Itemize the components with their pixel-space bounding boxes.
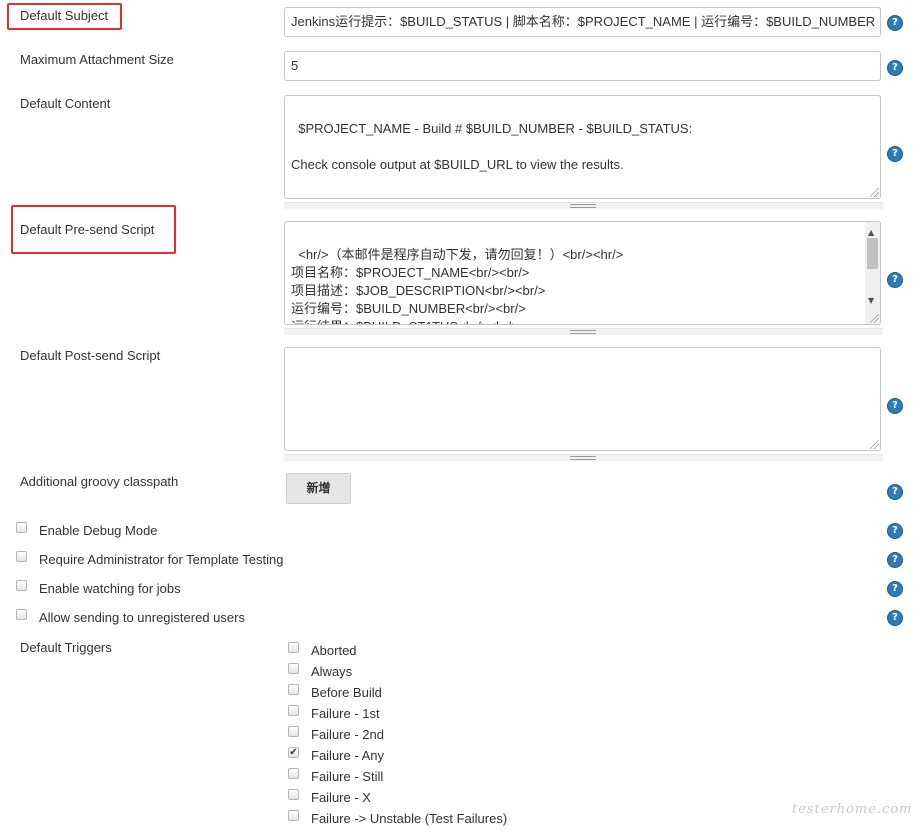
trigger-failure-2nd-label: Failure - 2nd — [311, 727, 384, 742]
enable-watching-label: Enable watching for jobs — [39, 581, 181, 596]
require-admin-label: Require Administrator for Template Testi… — [39, 552, 284, 567]
max-attachment-size-input[interactable]: 5 — [284, 51, 881, 81]
allow-unregistered-checkbox[interactable] — [16, 609, 27, 620]
trigger-failure-still-label: Failure - Still — [311, 769, 384, 784]
post-send-script-textarea[interactable] — [284, 347, 881, 451]
watermark-text: testerhome.com — [792, 802, 913, 817]
default-content-text: $PROJECT_NAME - Build # $BUILD_NUMBER - … — [291, 121, 693, 172]
resize-handle-icon[interactable] — [870, 440, 879, 449]
trigger-failure-1st-checkbox[interactable] — [288, 705, 299, 716]
help-icon[interactable]: ? — [887, 523, 903, 539]
trigger-always-checkbox[interactable] — [288, 663, 299, 674]
help-icon[interactable]: ? — [887, 484, 903, 500]
textarea-grip[interactable] — [284, 454, 883, 461]
default-subject-label: Default Subject — [20, 8, 109, 23]
pre-send-script-text: <hr/>（本邮件是程序自动下发，请勿回复！）<br/><hr/> 项目名称：$… — [291, 247, 624, 324]
help-icon[interactable]: ? — [887, 146, 903, 162]
vertical-scrollbar[interactable]: ▲ ▼ — [865, 222, 880, 324]
default-content-label: Default Content — [20, 96, 111, 111]
textarea-grip[interactable] — [284, 202, 883, 209]
trigger-before-build-label: Before Build — [311, 685, 382, 700]
help-icon[interactable]: ? — [887, 610, 903, 626]
resize-handle-icon[interactable] — [870, 314, 879, 323]
scroll-down-arrow-icon[interactable]: ▼ — [868, 292, 874, 310]
enable-debug-mode-checkbox[interactable] — [16, 522, 27, 533]
help-icon[interactable]: ? — [887, 581, 903, 597]
enable-debug-mode-label: Enable Debug Mode — [39, 523, 158, 538]
add-classpath-button[interactable]: 新增 — [286, 473, 351, 504]
trigger-failure-any-label: Failure - Any — [311, 748, 384, 763]
default-content-textarea[interactable]: $PROJECT_NAME - Build # $BUILD_NUMBER - … — [284, 95, 881, 199]
help-icon[interactable]: ? — [887, 272, 903, 288]
trigger-failure-1st-label: Failure - 1st — [311, 706, 380, 721]
trigger-failure-still-checkbox[interactable] — [288, 768, 299, 779]
enable-watching-checkbox[interactable] — [16, 580, 27, 591]
allow-unregistered-label: Allow sending to unregistered users — [39, 610, 245, 625]
trigger-aborted-label: Aborted — [311, 643, 357, 658]
groovy-classpath-label: Additional groovy classpath — [20, 474, 179, 489]
post-send-script-label: Default Post-send Script — [20, 348, 161, 363]
trigger-failure-x-checkbox[interactable] — [288, 789, 299, 800]
trigger-before-build-checkbox[interactable] — [288, 684, 299, 695]
textarea-grip[interactable] — [284, 328, 883, 335]
scrollbar-thumb[interactable] — [867, 238, 878, 269]
help-icon[interactable]: ? — [887, 552, 903, 568]
help-icon[interactable]: ? — [887, 60, 903, 76]
help-icon[interactable]: ? — [887, 398, 903, 414]
trigger-aborted-checkbox[interactable] — [288, 642, 299, 653]
checkmark-icon: ✔ — [289, 747, 298, 758]
default-subject-input[interactable]: Jenkins运行提示：$BUILD_STATUS | 脚本名称：$PROJEC… — [284, 7, 881, 37]
pre-send-script-textarea[interactable]: <hr/>（本邮件是程序自动下发，请勿回复！）<br/><hr/> 项目名称：$… — [284, 221, 881, 325]
max-attachment-size-label: Maximum Attachment Size — [20, 52, 174, 67]
trigger-failure-unstable-label: Failure -> Unstable (Test Failures) — [311, 811, 508, 826]
default-triggers-label: Default Triggers — [20, 640, 112, 655]
trigger-failure-unstable-checkbox[interactable] — [288, 810, 299, 821]
resize-handle-icon[interactable] — [870, 188, 879, 197]
trigger-always-label: Always — [311, 664, 353, 679]
trigger-failure-2nd-checkbox[interactable] — [288, 726, 299, 737]
pre-send-script-label: Default Pre-send Script — [20, 222, 155, 237]
trigger-failure-x-label: Failure - X — [311, 790, 371, 805]
trigger-failure-any-checkbox[interactable]: ✔ — [288, 747, 299, 758]
help-icon[interactable]: ? — [887, 15, 903, 31]
require-admin-checkbox[interactable] — [16, 551, 27, 562]
